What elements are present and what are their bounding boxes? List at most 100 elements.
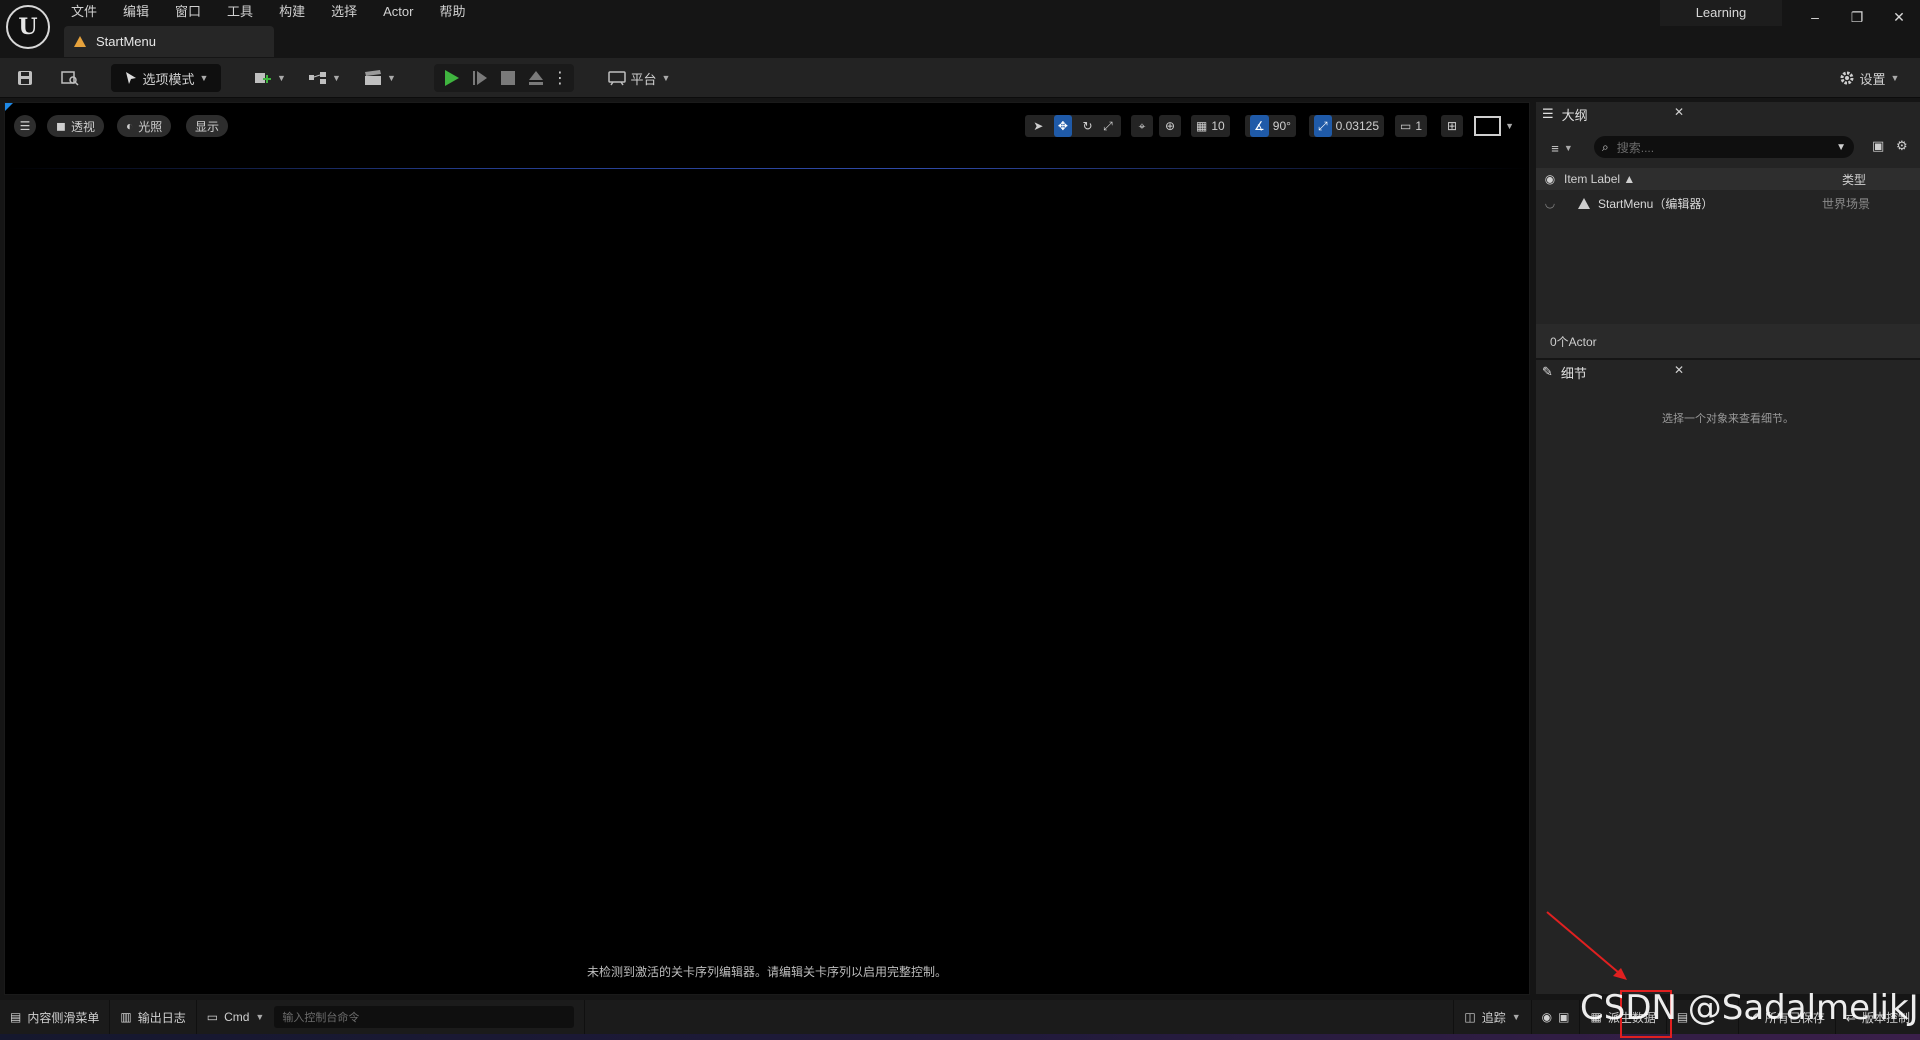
chevron-down-icon: ▼ xyxy=(199,73,209,83)
level-viewport[interactable]: ☰ ◼ 透视 ◐ 光照 显示 ➤ ✥ ↻ ⤢ ⌖ ⊕ ▦ 10 ∡ 90° ⤢ … xyxy=(4,102,1530,995)
outliner-search-input[interactable]: ⌕ 搜索.... ▼ xyxy=(1594,136,1854,158)
translate-icon[interactable]: ✥ xyxy=(1053,115,1072,137)
chevron-down-icon: ▼ xyxy=(255,1012,265,1022)
tab-details[interactable]: ✎ 细节 xyxy=(1536,360,1696,384)
advance-frame-button[interactable] xyxy=(468,64,492,92)
mode-selector[interactable]: 选项模式 ▼ xyxy=(111,64,221,92)
output-log-button[interactable]: ▥ 输出日志 xyxy=(110,1000,197,1034)
title-bar: U 文件 编辑 窗口 工具 构建 选择 Actor 帮助 StartMenu L… xyxy=(0,0,1920,58)
menu-help[interactable]: 帮助 xyxy=(426,0,478,24)
chevron-down-icon: ▼ xyxy=(1563,143,1573,153)
menu-actor[interactable]: Actor xyxy=(370,0,426,24)
save-button[interactable] xyxy=(12,64,38,92)
platform-label: 平台 xyxy=(630,71,657,87)
blueprint-button[interactable]: ▼ xyxy=(305,64,345,92)
surface-snap-button[interactable]: ⌖ xyxy=(1131,115,1153,137)
play-icon xyxy=(445,70,459,86)
show-button[interactable]: 显示 xyxy=(186,115,229,137)
rotation-snap-button[interactable]: ∡ 90° xyxy=(1245,115,1296,137)
viewport-corner-marker xyxy=(5,103,13,111)
add-actor-button[interactable]: ▼ xyxy=(250,64,290,92)
grid-icon: ▦ xyxy=(1196,119,1208,133)
menu-edit[interactable]: 编辑 xyxy=(110,0,162,24)
output-log-icon: ▥ xyxy=(120,1010,132,1024)
cmd-selector[interactable]: ▭ Cmd ▼ xyxy=(197,1000,275,1034)
cube-icon: ◼ xyxy=(56,119,66,133)
viewport-size-button[interactable]: ▼ xyxy=(1469,115,1519,137)
perspective-button[interactable]: ◼ 透视 xyxy=(47,115,104,137)
select-arrow-icon[interactable]: ➤ xyxy=(1033,119,1043,133)
type-column[interactable]: 类型 xyxy=(1814,171,1866,188)
blueprint-icon xyxy=(309,72,327,84)
rotation-snap-value: 90° xyxy=(1272,119,1291,133)
menu-select[interactable]: 选择 xyxy=(318,0,370,24)
tab-outliner[interactable]: ☰ 大纲 xyxy=(1536,102,1696,126)
world-local-button[interactable]: ⊕ xyxy=(1159,115,1181,137)
grid-snap-button[interactable]: ▦ 10 xyxy=(1191,115,1230,137)
browse-icon xyxy=(61,71,79,86)
stop-button[interactable] xyxy=(496,64,520,92)
search-placeholder: 搜索.... xyxy=(1616,140,1655,155)
filter-button[interactable]: ≡ ▼ xyxy=(1544,134,1580,162)
hamburger-menu-icon: ☰ xyxy=(19,119,31,133)
viewport-options-button[interactable]: ☰ xyxy=(14,115,36,137)
scale-snap-button[interactable]: ⤢ 0.03125 xyxy=(1309,115,1384,137)
grid-snap-value: 10 xyxy=(1211,119,1225,133)
search-icon: ⌕ xyxy=(1602,139,1609,154)
rotate-icon[interactable]: ↻ xyxy=(1082,119,1092,133)
settings-button[interactable]: 设置 ▼ xyxy=(1834,64,1904,92)
angle-icon: ∡ xyxy=(1250,115,1269,137)
play-options-button[interactable]: ⋮ xyxy=(552,64,568,92)
close-icon[interactable]: ✕ xyxy=(1674,105,1684,119)
content-drawer-icon: ▤ xyxy=(10,1010,22,1024)
viewport-layout-button[interactable]: ⊞ xyxy=(1441,115,1463,137)
outliner-row[interactable]: ◡ StartMenu（编辑器） 世界场景 xyxy=(1536,192,1920,214)
perspective-label: 透视 xyxy=(70,119,95,134)
more-vertical-icon: ⋮ xyxy=(552,70,568,87)
outliner-row-type: 世界场景 xyxy=(1822,196,1871,211)
level-document-tab[interactable]: StartMenu xyxy=(64,26,274,57)
show-label: 显示 xyxy=(195,119,220,134)
sphere-icon: ◐ xyxy=(126,119,134,133)
restore-button[interactable]: ❐ xyxy=(1837,0,1877,34)
annotation-arrow xyxy=(1546,911,1627,980)
select-mode-icon xyxy=(125,72,136,84)
menu-build[interactable]: 构建 xyxy=(266,0,318,24)
visibility-eye-icon[interactable]: ◡ xyxy=(1536,196,1564,210)
item-label-column[interactable]: Item Label ▲ xyxy=(1564,172,1814,186)
filter-icon: ≡ xyxy=(1551,140,1559,156)
cinematics-button[interactable]: ▼ xyxy=(360,64,400,92)
menu-tools[interactable]: 工具 xyxy=(214,0,266,24)
trace-button[interactable]: ◫ 追踪 ▼ xyxy=(1453,1000,1532,1034)
console-command-input[interactable]: 输入控制台命令 xyxy=(274,1006,575,1028)
menu-file[interactable]: 文件 xyxy=(58,0,110,24)
console-icon: ▭ xyxy=(206,1010,219,1024)
minimize-button[interactable]: – xyxy=(1795,0,1835,34)
pencil-icon: ✎ xyxy=(1542,364,1553,379)
scale-icon[interactable]: ⤢ xyxy=(1103,119,1113,134)
document-tab-label: StartMenu xyxy=(96,34,156,49)
sequencer-message: 未检测到激活的关卡序列编辑器。请编辑关卡序列以启用完整控制。 xyxy=(586,965,947,979)
browse-content-button[interactable] xyxy=(56,64,84,92)
content-drawer-button[interactable]: ▤ 内容侧滑菜单 xyxy=(0,1000,111,1034)
lit-mode-button[interactable]: ◐ 光照 xyxy=(117,115,172,137)
eject-button[interactable] xyxy=(524,64,548,92)
unreal-logo-icon[interactable]: U xyxy=(6,5,50,49)
mode-label: 选项模式 xyxy=(142,71,195,87)
close-icon[interactable]: ✕ xyxy=(1674,363,1684,377)
add-folder-icon[interactable]: ▣ xyxy=(1872,138,1884,154)
gear-icon[interactable]: ⚙ xyxy=(1896,138,1908,154)
record-buttons[interactable]: ◉ ▣ xyxy=(1532,1000,1581,1034)
actor-count: 0个Actor xyxy=(1536,324,1920,358)
camera-speed-button[interactable]: ▭ 1 xyxy=(1395,115,1428,137)
outliner-title: 大纲 xyxy=(1561,107,1588,123)
viewport-frame-icon xyxy=(1474,116,1502,136)
play-button[interactable] xyxy=(440,64,464,92)
level-icon xyxy=(74,36,86,47)
chevron-down-icon: ▼ xyxy=(277,73,286,83)
visibility-eye-icon[interactable]: ◉ xyxy=(1536,172,1564,186)
menu-window[interactable]: 窗口 xyxy=(162,0,214,24)
chevron-down-icon: ▼ xyxy=(1836,141,1846,153)
close-button[interactable]: ✕ xyxy=(1879,0,1919,34)
platform-button[interactable]: 平台 ▼ xyxy=(604,64,674,92)
